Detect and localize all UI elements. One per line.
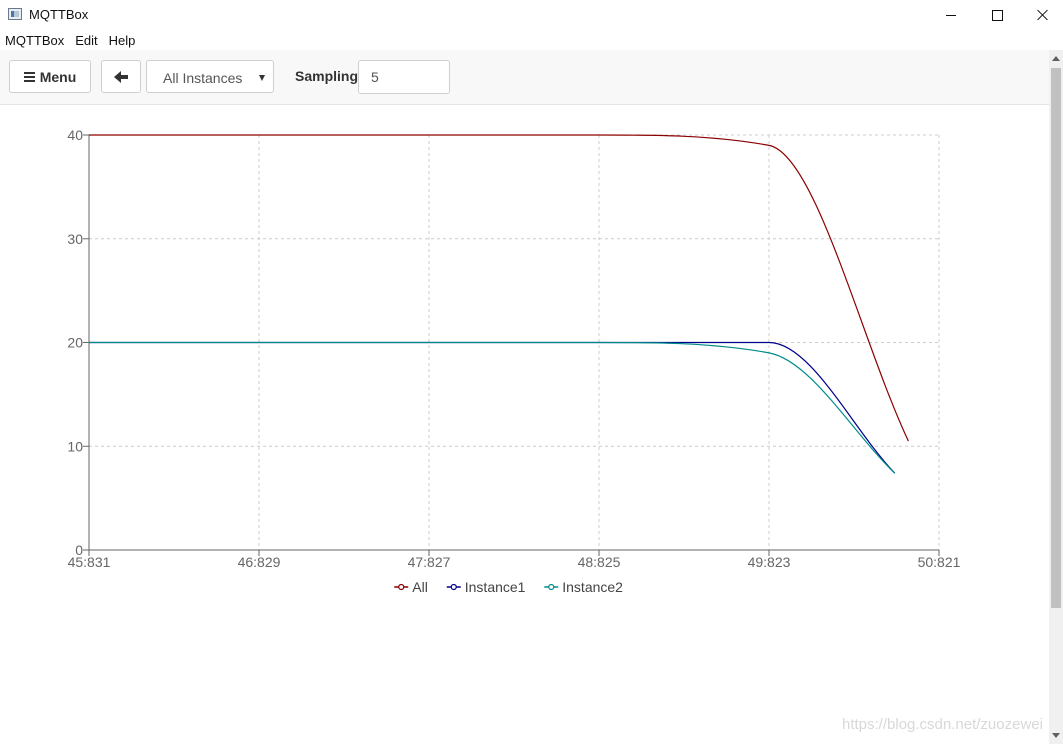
scrollbar-thumb[interactable] <box>1051 68 1061 608</box>
sampling-label: Sampling <box>295 68 359 84</box>
watermark: https://blog.csdn.net/zuozewei <box>842 716 1043 733</box>
y-tick-label: 0 <box>75 542 83 558</box>
series-line-all <box>89 134 909 442</box>
instance-select[interactable]: All Instances <box>146 60 274 93</box>
sampling-input[interactable] <box>358 60 450 94</box>
caret-down-icon <box>259 75 265 81</box>
maximize-icon <box>991 9 1003 21</box>
menu-item-mqttbox[interactable]: MQTTBox <box>0 30 70 50</box>
legend-label: Instance2 <box>562 579 623 595</box>
maximize-button[interactable] <box>974 0 1020 30</box>
y-axis-ticks: 0 10 20 30 40 <box>67 127 89 558</box>
legend-marker <box>450 583 457 591</box>
minimize-icon <box>946 14 956 16</box>
chart-series <box>89 134 909 474</box>
scroll-up-icon[interactable] <box>1052 56 1060 61</box>
app-window: MQTTBox MQTTBox Edit Help Menu All Insta… <box>0 0 1063 744</box>
x-tick-label: 46:829 <box>238 554 281 570</box>
series-line-instance2 <box>89 341 896 474</box>
minimize-button[interactable] <box>928 0 974 30</box>
x-tick-label: 50:821 <box>918 554 961 570</box>
y-tick-label: 40 <box>67 127 83 143</box>
y-tick-label: 20 <box>67 335 83 351</box>
menu-button[interactable]: Menu <box>9 60 91 93</box>
menu-bar: MQTTBox Edit Help <box>0 30 1063 50</box>
arrow-left-icon <box>114 70 128 83</box>
close-button[interactable] <box>1020 0 1063 30</box>
hamburger-icon <box>23 71 35 82</box>
y-tick-label: 10 <box>67 438 83 454</box>
line-chart: 45:831 46:829 47:827 48:825 49:823 50:821 0 10… <box>67 127 961 595</box>
legend-label: Instance1 <box>465 579 526 595</box>
x-tick-label: 48:825 <box>578 554 621 570</box>
instance-select-value: All Instances <box>163 70 243 86</box>
menu-item-edit[interactable]: Edit <box>70 30 103 50</box>
window-title: MQTTBox <box>29 7 89 22</box>
back-button[interactable] <box>101 60 141 93</box>
menu-item-help[interactable]: Help <box>104 30 142 50</box>
menu-button-label: Menu <box>39 68 77 85</box>
x-tick-label: 45:831 <box>68 554 111 570</box>
x-tick-label: 49:823 <box>748 554 791 570</box>
y-tick-label: 30 <box>67 231 83 247</box>
legend-marker <box>548 583 555 591</box>
x-tick-label: 47:827 <box>408 554 451 570</box>
scroll-down-icon[interactable] <box>1052 733 1060 738</box>
legend-marker <box>398 583 405 591</box>
vertical-scrollbar[interactable] <box>1049 50 1063 744</box>
toolbar: Menu All Instances Sampling <box>0 50 1049 105</box>
title-bar: MQTTBox <box>0 0 1063 30</box>
close-icon <box>1037 9 1049 21</box>
chart-legend: All Instance1 Instance2 <box>394 579 623 595</box>
series-line-instance1 <box>89 341 896 474</box>
x-axis-ticks: 45:831 46:829 47:827 48:825 49:823 50:821 <box>68 550 961 570</box>
app-icon <box>8 8 22 20</box>
legend-label: All <box>412 579 428 595</box>
